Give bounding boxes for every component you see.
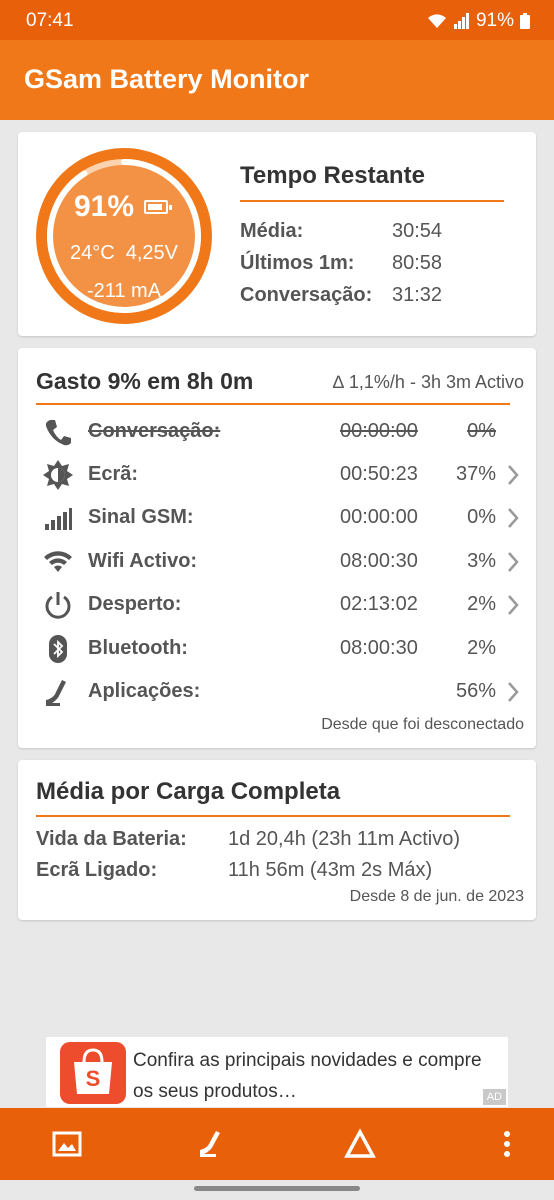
- full-charge-footer: Desde 8 de jun. de 2023: [349, 888, 524, 905]
- divider: [36, 403, 510, 405]
- chevron-right-icon[interactable]: [504, 593, 522, 617]
- row-percent: 56%: [455, 680, 496, 702]
- row-percent: 0%: [467, 420, 496, 442]
- chevron-right-icon[interactable]: [504, 680, 522, 704]
- row-value: 30:54: [392, 220, 443, 242]
- usage-footer: Desde que foi desconectado: [321, 716, 524, 733]
- usage-row-screen[interactable]: Ecrã: 00:50:23 37%: [18, 455, 536, 495]
- row-label: Média:: [240, 220, 304, 242]
- usage-row-wifi[interactable]: Wifi Activo: 08:00:30 3%: [18, 542, 536, 582]
- image-icon[interactable]: [51, 1128, 83, 1160]
- shopping-bag-icon: S: [60, 1042, 126, 1104]
- row-label: Vida da Bateria:: [36, 828, 187, 850]
- usage-row-gsm[interactable]: Sinal GSM: 00:00:00 0%: [18, 498, 536, 538]
- status-bar: 07:41 91%: [0, 0, 554, 40]
- battery-gauge[interactable]: 91% 24°C 4,25V -211 mA: [36, 148, 212, 324]
- battery-summary-card[interactable]: 91% 24°C 4,25V -211 mA Tempo Restante Mé…: [18, 132, 536, 336]
- divider: [36, 815, 510, 817]
- row-percent: 0%: [467, 506, 496, 528]
- row-percent: 37%: [455, 463, 496, 485]
- row-value: 80:58: [392, 252, 443, 274]
- full-charge-card[interactable]: Média por Carga Completa Vida da Bateria…: [18, 760, 536, 920]
- delta-icon[interactable]: [344, 1128, 376, 1160]
- row-label: Wifi Activo:: [88, 550, 198, 572]
- row-label: Conversação:: [88, 420, 221, 442]
- apps-gauge-icon: [46, 680, 66, 706]
- apps-gauge-icon[interactable]: [196, 1128, 228, 1160]
- row-label: Últimos 1m:: [240, 252, 355, 274]
- row-time: 00:50:23: [340, 463, 418, 485]
- battery-percent: 91%: [74, 190, 135, 223]
- row-time: 00:00:00: [340, 506, 418, 528]
- bottom-toolbar: [0, 1108, 554, 1180]
- row-label: Sinal GSM:: [88, 506, 194, 528]
- chevron-right-icon[interactable]: [504, 463, 522, 487]
- row-percent: 2%: [467, 637, 496, 659]
- battery-charge-icon: [144, 200, 172, 214]
- home-indicator[interactable]: [194, 1186, 360, 1191]
- current-draw: -211 mA: [86, 280, 162, 302]
- usage-row-bluetooth: Bluetooth: 08:00:30 2%: [18, 629, 536, 669]
- chevron-right-icon[interactable]: [504, 506, 522, 530]
- status-time: 07:41: [26, 10, 74, 31]
- svg-text:S: S: [86, 1066, 101, 1091]
- usage-row-conversation: Conversação: 00:00:00 0%: [18, 412, 536, 452]
- usage-rate: ∆ 1,1%/h - 3h 3m Activo: [332, 372, 524, 392]
- row-time: 00:00:00: [340, 420, 418, 442]
- temperature-voltage: 24°C 4,25V: [69, 242, 179, 264]
- battery-status-icon: [520, 13, 530, 29]
- usage-row-awake[interactable]: Desperto: 02:13:02 2%: [18, 585, 536, 625]
- power-icon: [45, 592, 71, 619]
- divider: [240, 200, 504, 202]
- brightness-icon: [43, 460, 73, 490]
- row-label: Conversação:: [240, 284, 373, 306]
- usage-row-apps[interactable]: Aplicações: 56%: [18, 672, 536, 712]
- more-vert-icon[interactable]: [491, 1128, 523, 1160]
- wifi-icon: [44, 551, 72, 572]
- row-time: 08:00:30: [340, 550, 418, 572]
- signal-status-icon: [453, 13, 469, 29]
- app-bar: GSam Battery Monitor: [0, 40, 554, 120]
- row-percent: 2%: [467, 593, 496, 615]
- app-title: GSam Battery Monitor: [24, 64, 310, 94]
- signal-icon: [45, 508, 72, 530]
- row-label: Ecrã Ligado:: [36, 859, 158, 881]
- ad-banner[interactable]: S Confira as principais novidades e comp…: [46, 1037, 508, 1107]
- row-value: 31:32: [392, 284, 443, 306]
- usage-title: Gasto 9% em 8h 0m: [36, 368, 254, 394]
- phone-icon: [45, 420, 71, 446]
- row-time: 02:13:02: [340, 593, 418, 615]
- chevron-right-icon[interactable]: [504, 550, 522, 574]
- row-label: Desperto:: [88, 593, 182, 615]
- wifi-status-icon: [427, 14, 446, 28]
- ad-tag: AD: [482, 1089, 506, 1105]
- row-time: 08:00:30: [340, 637, 418, 659]
- row-label: Ecrã:: [88, 463, 139, 485]
- row-value: 1d 20,4h (23h 11m Activo): [228, 828, 460, 850]
- full-charge-title: Média por Carga Completa: [36, 778, 341, 805]
- row-label: Aplicações:: [88, 680, 201, 702]
- row-value: 11h 56m (43m 2s Máx): [228, 859, 433, 881]
- bluetooth-icon: [49, 635, 67, 663]
- ad-text: Confira as principais novidades e compre…: [133, 1050, 482, 1102]
- status-battery-text: 91%: [475, 10, 514, 31]
- row-percent: 3%: [467, 550, 496, 572]
- time-remaining-title: Tempo Restante: [240, 162, 425, 189]
- row-label: Bluetooth:: [88, 637, 188, 659]
- status-icons: 91%: [426, 10, 530, 32]
- usage-card: Gasto 9% em 8h 0m ∆ 1,1%/h - 3h 3m Activ…: [18, 348, 536, 748]
